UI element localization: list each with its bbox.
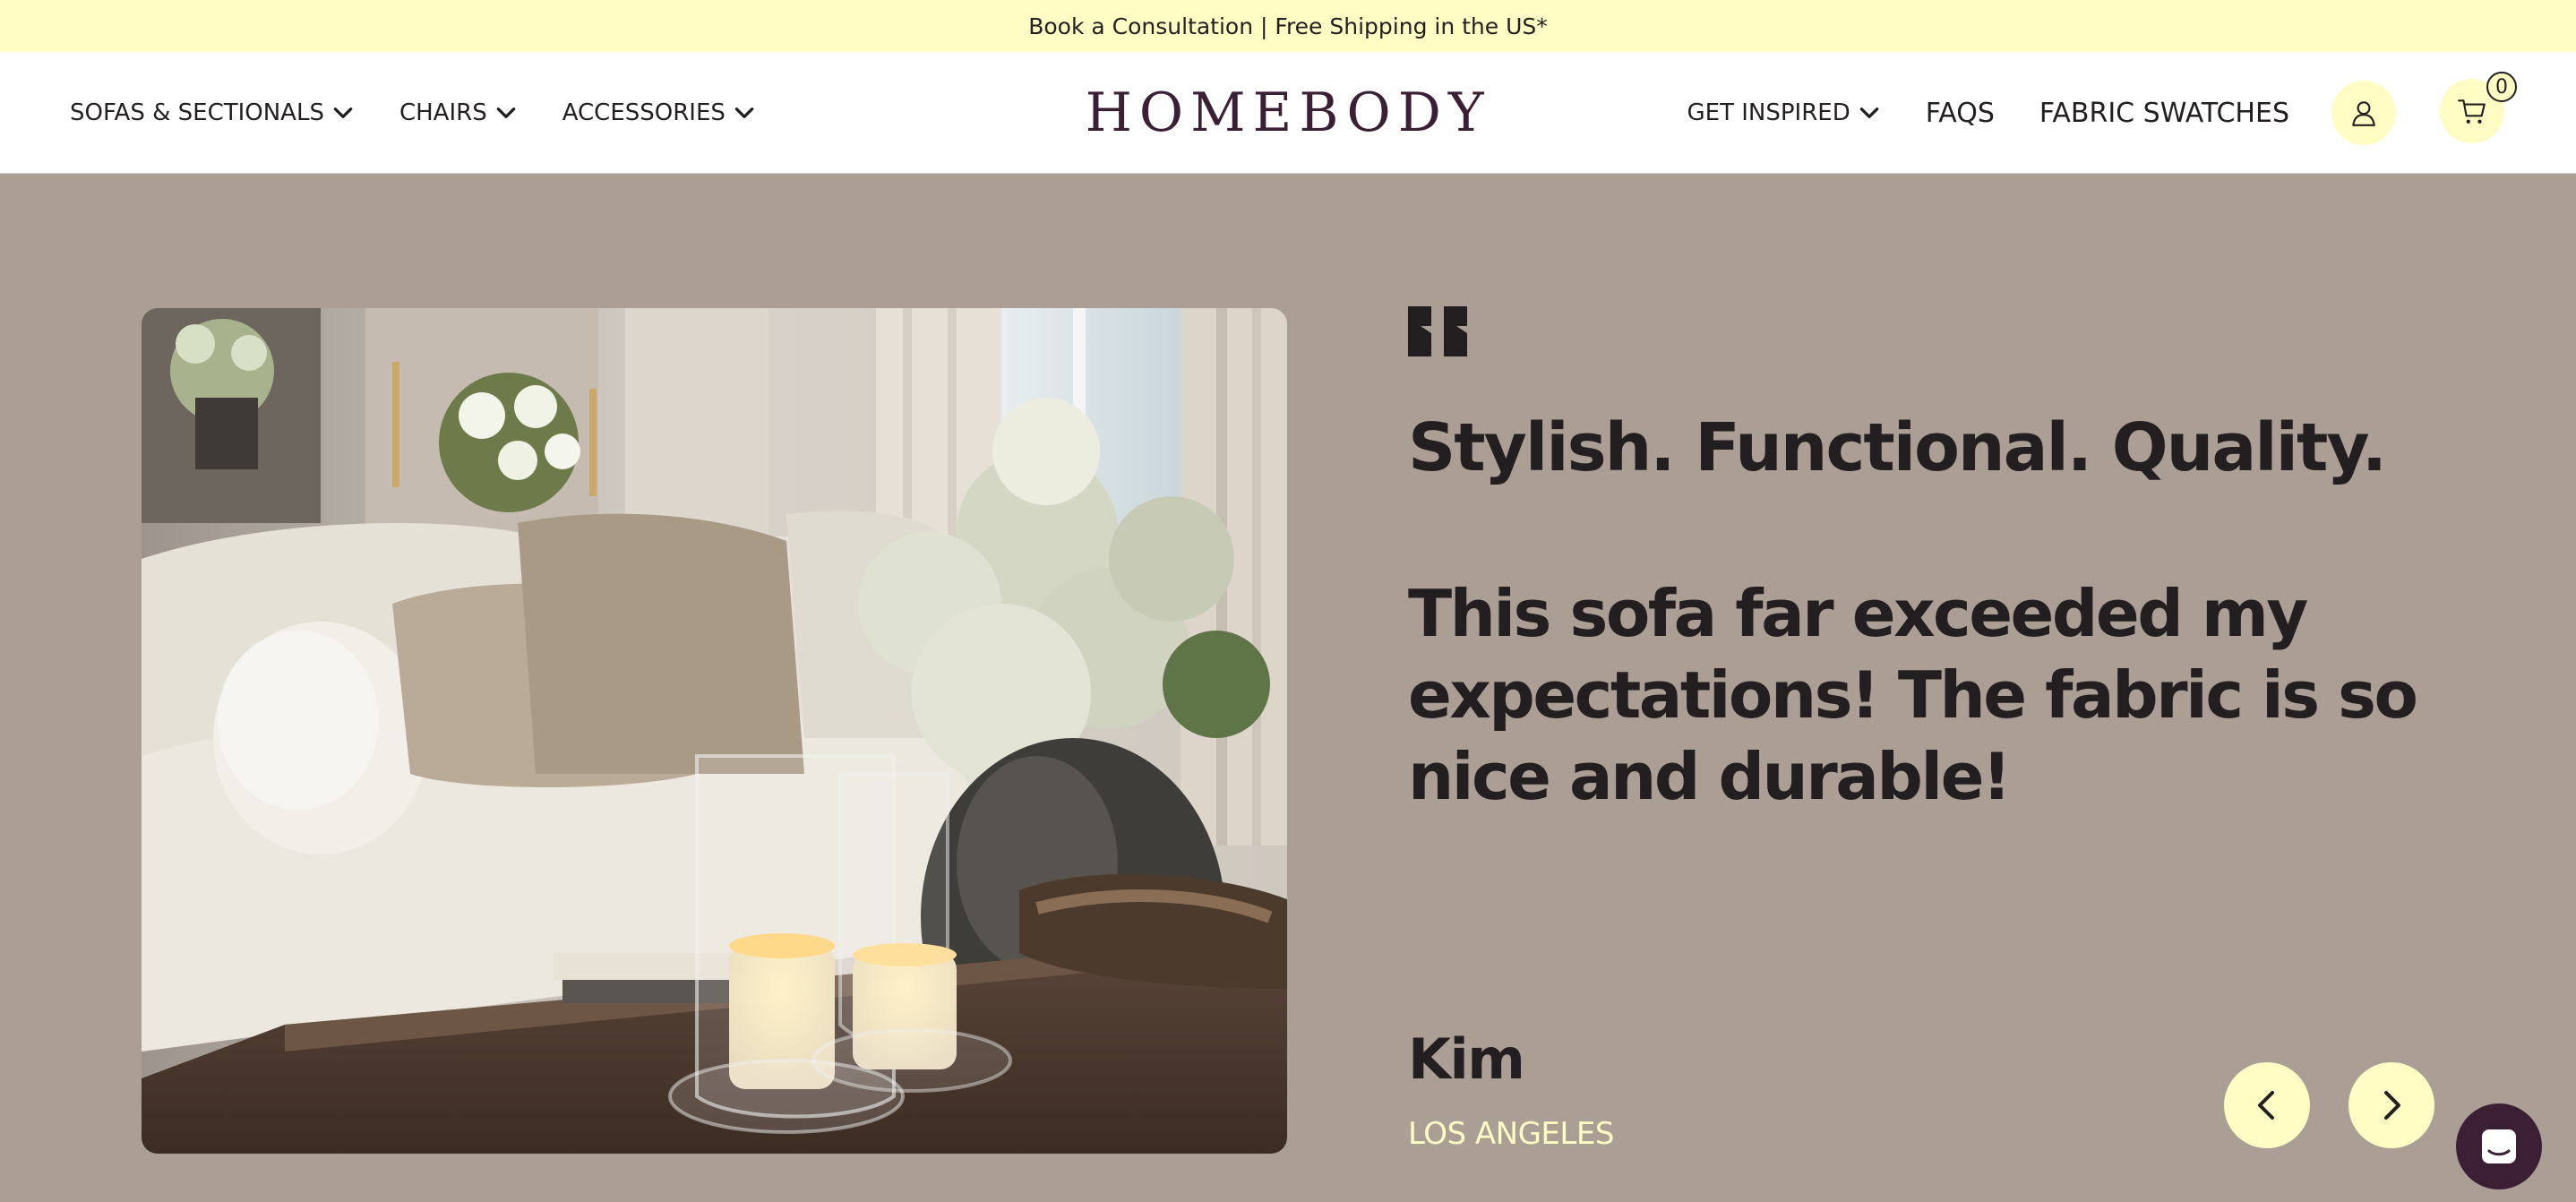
account-button[interactable] [2331,81,2396,145]
nav-item-faqs[interactable]: FAQS [1926,98,1995,129]
chevron-down-icon [1858,101,1881,124]
primary-nav: SOFAS & SECTIONALS CHAIRS ACCESSORIES [70,52,756,174]
chevron-down-icon [494,101,518,124]
chevron-down-icon [331,101,355,124]
secondary-nav: GET INSPIRED FAQS FABRIC SWATCHES [1687,52,2289,174]
announcement-bar[interactable]: Book a Consultation | Free Shipping in t… [0,0,2576,52]
testimonial-title: Stylish. Functional. Quality. [1408,409,2387,486]
nav-item-sofas-sectionals[interactable]: SOFAS & SECTIONALS [70,99,355,126]
chat-icon [2478,1126,2520,1167]
next-testimonial-button[interactable] [2348,1062,2434,1148]
cart-icon [2457,96,2487,126]
testimonial-author-name: Kim [1408,1026,1525,1092]
nav-item-label: GET INSPIRED [1687,99,1850,126]
chevron-down-icon [733,101,756,124]
user-icon [2348,98,2379,128]
nav-item-fabric-swatches[interactable]: FABRIC SWATCHES [2039,98,2289,129]
nav-item-label: CHAIRS [399,99,487,126]
testimonial-image [142,308,1287,1154]
nav-item-label: FABRIC SWATCHES [2039,97,2289,129]
chevron-left-icon [2249,1087,2285,1123]
site-header: SOFAS & SECTIONALS CHAIRS ACCESSORIES HO… [0,52,2576,174]
site-logo[interactable]: HOMEBODY [1086,79,1490,147]
cart-count-badge: 0 [2486,72,2517,102]
announcement-text[interactable]: Book a Consultation | Free Shipping in t… [1028,13,1548,39]
nav-item-label: FAQS [1925,97,1995,129]
nav-item-label: SOFAS & SECTIONALS [70,99,324,126]
nav-item-get-inspired[interactable]: GET INSPIRED [1687,99,1881,126]
nav-item-chairs[interactable]: CHAIRS [399,99,518,126]
chat-launcher-button[interactable] [2456,1103,2542,1189]
testimonial-author-location: LOS ANGELES [1408,1116,1614,1152]
chevron-right-icon [2374,1087,2409,1123]
nav-item-label: ACCESSORIES [562,99,726,126]
previous-testimonial-button[interactable] [2224,1062,2310,1148]
quote-icon [1408,306,1467,356]
nav-item-accessories[interactable]: ACCESSORIES [562,99,756,126]
testimonial-quote: This sofa far exceeded my expectations! … [1408,576,2418,814]
